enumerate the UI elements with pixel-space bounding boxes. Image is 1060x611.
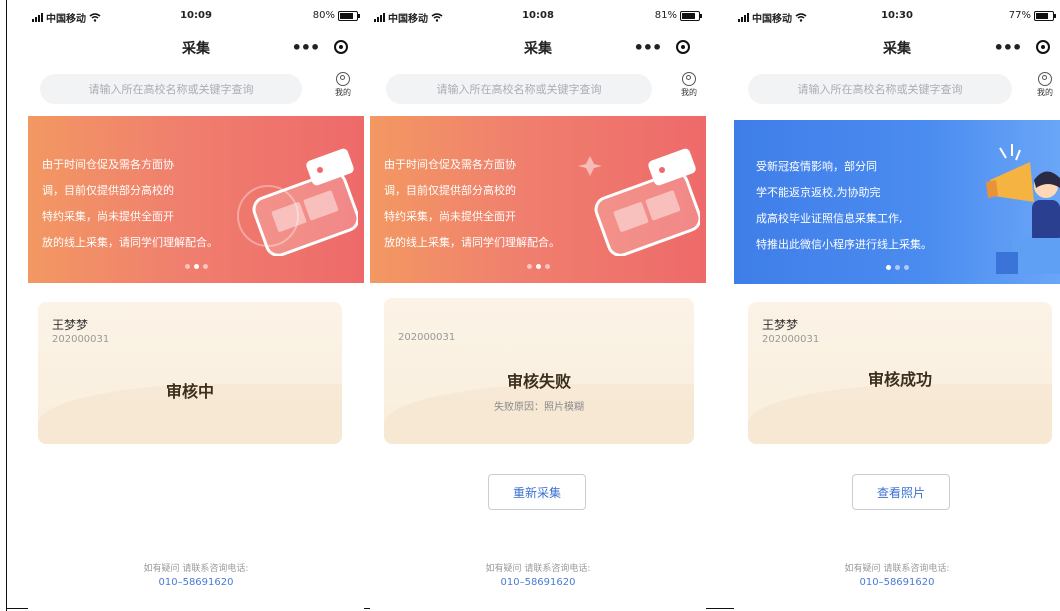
student-name: 王梦梦: [762, 318, 799, 332]
user-icon: [336, 72, 350, 86]
phone-screen-success: 中国移动 10:30 77% 采集 ••• 请输入所在高校名称或关键字查询 我的…: [734, 0, 1060, 611]
mine-label: 我的: [1037, 88, 1053, 97]
contact-note: 如有疑问 请联系咨询电话:: [485, 564, 591, 574]
battery-icon: [1034, 10, 1056, 21]
review-status: 审核失败: [506, 372, 571, 391]
battery-group: 81%: [654, 10, 702, 21]
status-card: 王梦梦 202000031 审核成功: [748, 302, 1052, 444]
status-card: 202000031 审核失败 失败原因：照片模糊: [384, 298, 694, 444]
battery-icon: [338, 10, 360, 21]
search-input[interactable]: 请输入所在高校名称或关键字查询: [386, 74, 652, 104]
search-input[interactable]: 请输入所在高校名称或关键字查询: [40, 74, 302, 104]
mini-program-capsule: •••: [626, 34, 698, 60]
battery-percent: 81%: [654, 10, 677, 21]
banner-carousel[interactable]: 受新冠疫情影响，部分同 学不能返京返校,为协助完 成高校毕业证照信息采集工作, …: [734, 120, 1060, 284]
banner-carousel[interactable]: 由于时间仓促及需各方面协 调，目前仅提供部分高校的 特约采集，尚未提供全面开 放…: [370, 116, 706, 283]
carousel-dot[interactable]: [544, 264, 550, 269]
carousel-dot[interactable]: [894, 265, 900, 270]
mine-button[interactable]: 我的: [328, 72, 358, 98]
carousel-dots: [734, 255, 1060, 274]
fail-reason: 失败原因：照片模糊: [494, 402, 584, 413]
banner-line: 学不能返京返校,为协助完: [756, 186, 881, 199]
banner-text: 由于时间仓促及需各方面协 调，目前仅提供部分高校的 特约采集，尚未提供全面开 放…: [42, 152, 242, 256]
battery-percent: 77%: [1008, 10, 1031, 21]
banner-illustration: [237, 148, 358, 256]
view-photo-button[interactable]: 查看照片: [852, 474, 950, 510]
mine-button[interactable]: 我的: [674, 72, 704, 98]
mini-program-capsule: •••: [986, 34, 1058, 60]
phone-screen-failed: 中国移动 10:08 81% 采集 ••• 请输入所在高校名称或关键字查询 我的…: [370, 0, 706, 611]
nav-bar: 采集 •••: [370, 30, 706, 64]
review-status: 审核中: [165, 382, 214, 401]
user-icon: [1038, 72, 1052, 86]
banner-illustration: [578, 148, 700, 256]
banner-line: 特约采集，尚未提供全面开: [42, 210, 174, 223]
status-bar: 中国移动 10:09 80%: [28, 8, 364, 26]
status-bar: 中国移动 10:08 81%: [370, 8, 706, 26]
banner-line: 特约采集，尚未提供全面开: [384, 210, 516, 223]
carousel-dot[interactable]: [535, 264, 541, 269]
carousel-dot[interactable]: [885, 265, 891, 270]
carousel-dots: [28, 254, 364, 273]
status-bar: 中国移动 10:30 77%: [734, 8, 1060, 26]
banner-line: 放的线上采集，请同学们理解配合。: [384, 236, 560, 249]
phone-screen-reviewing: 中国移动 10:09 80% 采集 ••• 请输入所在高校名称或关键字查询 我的…: [28, 0, 364, 611]
recollect-button[interactable]: 重新采集: [488, 474, 586, 510]
battery-group: 77%: [1008, 10, 1056, 21]
more-icon[interactable]: •••: [292, 38, 321, 57]
nav-bar: 采集 •••: [28, 30, 364, 64]
target-icon[interactable]: [334, 40, 349, 54]
contact-phone[interactable]: 010–58691620: [734, 576, 1060, 590]
contact-phone[interactable]: 010–58691620: [370, 576, 706, 590]
carousel-dots: [370, 254, 706, 273]
banner-line: 由于时间仓促及需各方面协: [42, 158, 174, 171]
search-input[interactable]: 请输入所在高校名称或关键字查询: [748, 74, 1012, 104]
student-id: 202000031: [398, 332, 456, 343]
banner-line: 受新冠疫情影响，部分同: [756, 160, 877, 173]
review-status: 审核成功: [867, 370, 932, 389]
banner-line: 放的线上采集，请同学们理解配合。: [42, 236, 218, 249]
more-icon[interactable]: •••: [994, 38, 1023, 57]
banner-text: 由于时间仓促及需各方面协 调，目前仅提供部分高校的 特约采集，尚未提供全面开 放…: [384, 152, 584, 256]
target-icon[interactable]: [1036, 40, 1051, 54]
nav-bar: 采集 •••: [734, 30, 1060, 64]
banner-line: 成高校毕业证照信息采集工作,: [756, 212, 903, 225]
search-row: 请输入所在高校名称或关键字查询 我的: [28, 70, 364, 110]
carousel-dot[interactable]: [184, 264, 190, 269]
mini-program-capsule: •••: [284, 34, 356, 60]
carousel-dot[interactable]: [193, 264, 199, 269]
contact-footer: 如有疑问 请联系咨询电话: 010–58691620: [370, 562, 706, 590]
carousel-dot[interactable]: [526, 264, 532, 269]
battery-percent: 80%: [312, 10, 335, 21]
contact-note: 如有疑问 请联系咨询电话:: [143, 564, 249, 574]
student-name: 王梦梦: [52, 318, 89, 332]
banner-carousel[interactable]: 由于时间仓促及需各方面协 调，目前仅提供部分高校的 特约采集，尚未提供全面开 放…: [28, 116, 364, 283]
frame-border-left: [6, 0, 7, 611]
contact-phone[interactable]: 010–58691620: [28, 576, 364, 590]
banner-line: 调，目前仅提供部分高校的: [384, 184, 516, 197]
contact-footer: 如有疑问 请联系咨询电话: 010–58691620: [734, 562, 1060, 590]
student-id: 202000031: [762, 334, 820, 345]
student-id: 202000031: [52, 334, 110, 345]
carousel-dot[interactable]: [202, 264, 208, 269]
search-row: 请输入所在高校名称或关键字查询 我的: [734, 70, 1060, 110]
more-icon[interactable]: •••: [634, 38, 663, 57]
contact-note: 如有疑问 请联系咨询电话:: [844, 564, 950, 574]
search-row: 请输入所在高校名称或关键字查询 我的: [370, 70, 706, 110]
battery-icon: [680, 10, 702, 21]
battery-group: 80%: [312, 10, 360, 21]
banner-line: 由于时间仓促及需各方面协: [384, 158, 516, 171]
target-icon[interactable]: [676, 40, 691, 54]
carousel-dot[interactable]: [903, 265, 909, 270]
mine-button[interactable]: 我的: [1030, 72, 1060, 98]
status-card: 王梦梦 202000031 审核中: [38, 302, 342, 444]
user-icon: [682, 72, 696, 86]
banner-line: 调，目前仅提供部分高校的: [42, 184, 174, 197]
mine-label: 我的: [335, 88, 351, 97]
contact-footer: 如有疑问 请联系咨询电话: 010–58691620: [28, 562, 364, 590]
banner-text: 受新冠疫情影响，部分同 学不能返京返校,为协助完 成高校毕业证照信息采集工作, …: [756, 154, 976, 258]
mine-label: 我的: [681, 88, 697, 97]
